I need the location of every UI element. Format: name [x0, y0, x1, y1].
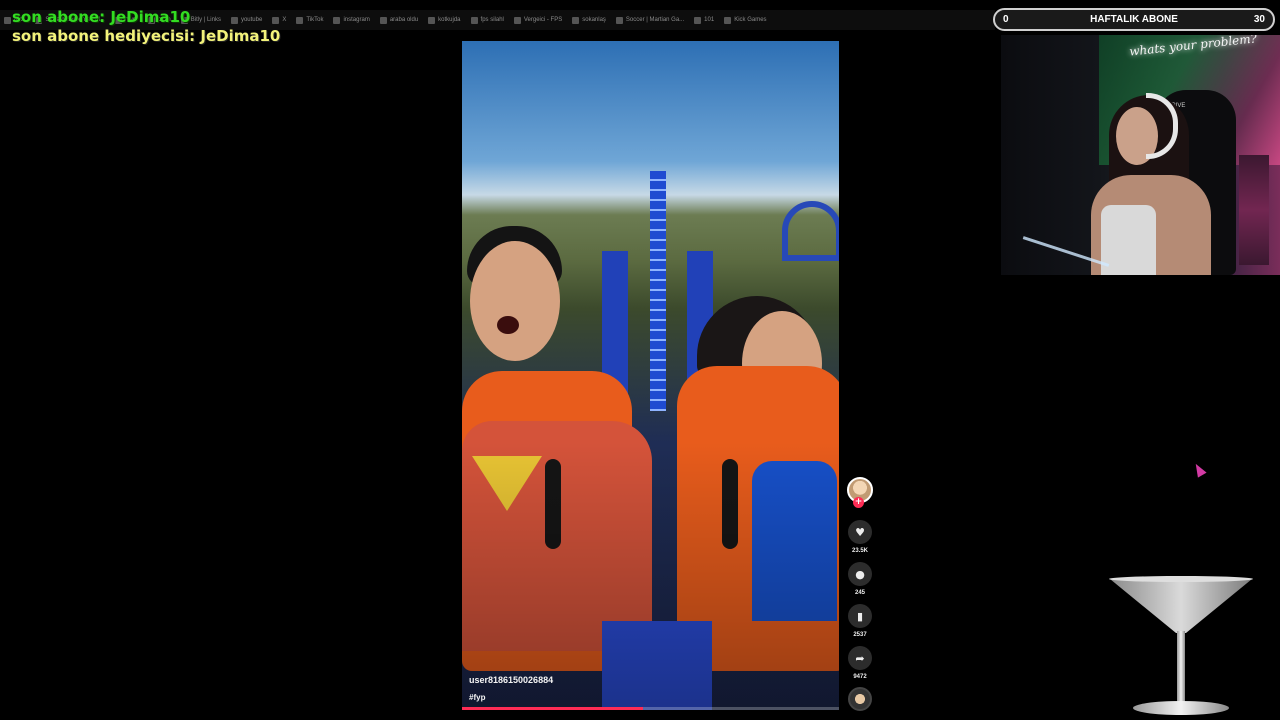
bookmark-favicon-icon	[694, 16, 702, 24]
weekly-sub-label: HAFTALIK ABONE	[1090, 14, 1178, 25]
bookmark-count: 2537	[853, 632, 867, 638]
mouse-cursor-icon	[1191, 461, 1207, 478]
bookmark-item[interactable]: kotkujda	[428, 16, 461, 24]
bookmark-label: sokanlaş	[582, 17, 606, 23]
share-button[interactable]: ➦ 9472	[845, 646, 875, 680]
bookmark-label: Soccer | Martian Ga...	[625, 17, 685, 23]
bookmark-favicon-icon	[333, 16, 341, 24]
webcam-feed: DRIVE whats your problem?	[1001, 35, 1280, 275]
bookmark-item[interactable]: araba oldu	[379, 16, 419, 24]
bookmark-label: fps silahl	[480, 17, 504, 23]
like-button[interactable]: ♥ 23.5K	[845, 520, 875, 554]
bookmark-favicon-icon	[428, 16, 436, 24]
weekly-sub-goal: 0 HAFTALIK ABONE 30	[993, 8, 1275, 31]
bookmark-label: Vergeici - FPS	[523, 17, 563, 23]
bookmark-item[interactable]: Kick Games	[724, 16, 767, 24]
comment-icon[interactable]: ●	[848, 562, 872, 586]
bookmark-favicon-icon	[272, 16, 280, 24]
tiktok-video[interactable]: user8186150026884 #fyp	[462, 41, 839, 710]
video-progress-fill	[462, 707, 643, 710]
bookmark-label: youtube	[240, 17, 263, 23]
sound-disc-button[interactable]	[845, 687, 875, 711]
video-shade	[462, 41, 839, 710]
share-count: 9472	[853, 674, 867, 680]
creator-avatar-button[interactable]: +	[845, 477, 875, 508]
bookmark-favicon-icon	[724, 16, 732, 24]
bookmark-item[interactable]: youtube	[230, 16, 263, 24]
share-icon[interactable]: ➦	[848, 646, 872, 670]
bookmark-favicon-icon	[572, 16, 580, 24]
bookmark-label: instagram	[343, 17, 370, 23]
webcam-shelf	[1239, 155, 1269, 265]
bookmark-item[interactable]: Soccer | Martian Ga...	[615, 16, 685, 24]
bookmark-label: Bitly | Links	[190, 17, 221, 23]
bookmark-label: Kick Games	[734, 17, 767, 23]
bookmark-favicon-icon	[296, 16, 304, 24]
streamer-top	[1101, 205, 1156, 275]
weekly-sub-target: 30	[1253, 14, 1265, 25]
bookmark-favicon-icon	[230, 16, 238, 24]
bookmark-label: X	[282, 17, 287, 23]
last-gifter-label: son abone hediyecisi: JeDima10	[12, 27, 281, 45]
bookmark-item[interactable]: X	[272, 16, 287, 24]
bookmark-item[interactable]: fps silahl	[470, 16, 504, 24]
bookmark-item[interactable]: instagram	[333, 16, 370, 24]
bookmark-favicon-icon	[615, 16, 623, 24]
weekly-sub-current: 0	[1003, 14, 1009, 25]
stream-screen: Kick StreamElements - Fl... hwrp cash Bitly …	[0, 0, 1280, 720]
comment-count: 245	[854, 590, 865, 596]
comment-button[interactable]: ● 245	[845, 562, 875, 596]
video-progress-bar[interactable]	[462, 707, 839, 710]
bookmark-icon[interactable]: ▮	[848, 604, 872, 628]
bookmark-label: TikTok	[306, 17, 324, 23]
bookmark-item[interactable]: 101	[694, 16, 715, 24]
music-disc-icon[interactable]	[848, 687, 872, 711]
bookmark-label: kotkujda	[438, 17, 461, 23]
bookmark-label: araba oldu	[389, 17, 419, 23]
bookmark-button[interactable]: ▮ 2537	[845, 604, 875, 638]
bookmark-favicon-icon	[470, 16, 478, 24]
bookmark-favicon-icon	[379, 16, 387, 24]
bookmark-item[interactable]: TikTok	[296, 16, 324, 24]
bookmark-favicon-icon	[4, 16, 11, 24]
last-subscriber-label: son abone: JeDima10	[12, 8, 191, 26]
bookmark-item[interactable]: sokanlaş	[572, 16, 606, 24]
video-caption[interactable]: #fyp	[469, 693, 485, 702]
martini-glass-icon	[1109, 576, 1253, 715]
bookmark-favicon-icon	[513, 16, 521, 24]
bookmark-label: 101	[704, 17, 715, 23]
like-count: 23.5K	[851, 548, 868, 554]
bookmark-item[interactable]: Vergeici - FPS	[513, 16, 563, 24]
heart-icon[interactable]: ♥	[848, 520, 872, 544]
follow-plus-icon[interactable]: +	[853, 497, 864, 508]
video-username[interactable]: user8186150026884	[469, 675, 553, 685]
